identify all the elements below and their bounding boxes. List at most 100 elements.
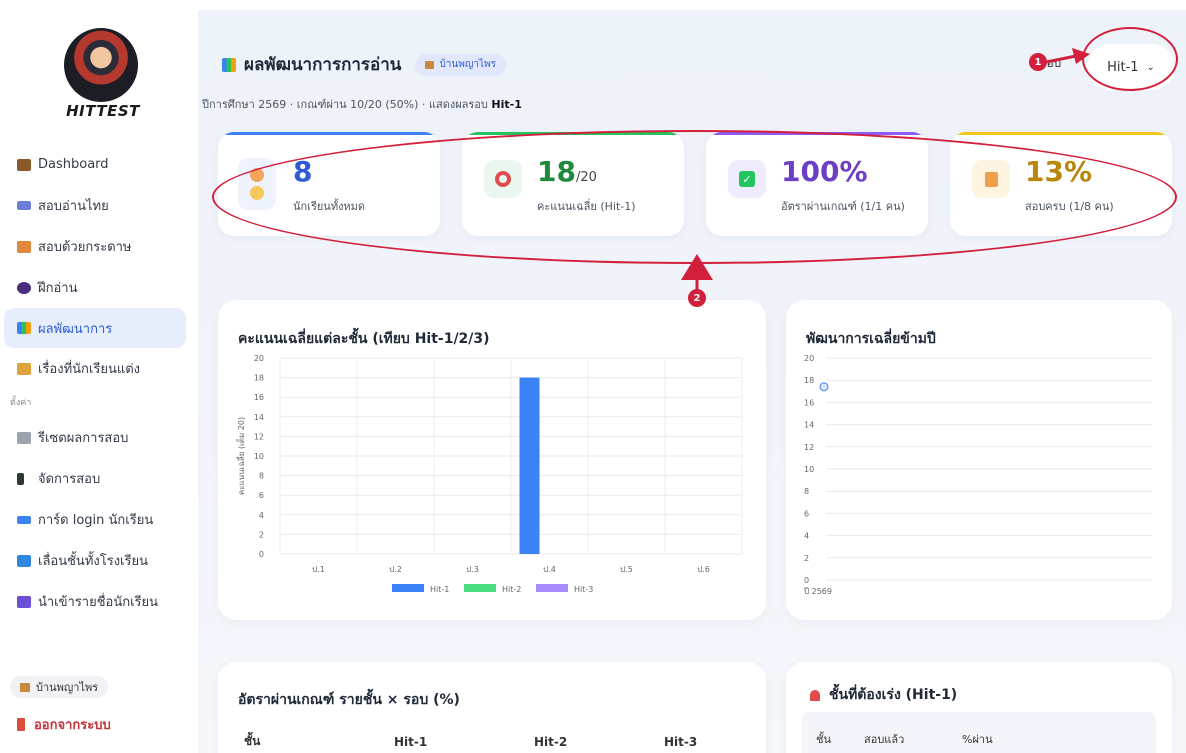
sidebar-item-label: ฝึกอ่าน — [38, 281, 78, 296]
annotation-number: 1 — [1029, 53, 1047, 71]
sidebar-item-import-students[interactable]: นำเข้ารายชื่อนักเรียน — [0, 581, 198, 622]
y-tick-label: 18 — [254, 374, 264, 383]
bar — [519, 377, 540, 554]
sidebar-item-label: ผลพัฒนาการ — [38, 321, 113, 337]
home-icon — [17, 158, 31, 171]
y-tick-label: 10 — [254, 452, 264, 461]
table-header-row: ชั้น Hit-1 Hit-2 Hit-3 — [244, 732, 724, 751]
hittest-logo[interactable]: HITTEST — [58, 28, 148, 126]
y-axis-label: คะแนนเฉลี่ย (เต็ม 20) — [235, 417, 246, 495]
annotation-number: 2 — [688, 289, 706, 307]
chart-title: พัฒนาการเฉลี่ยข้ามปี — [806, 331, 936, 347]
sidebar-item-practice-reading[interactable]: ฝึกอ่าน — [0, 267, 198, 308]
sidebar-item-dashboard[interactable]: Dashboard — [0, 144, 198, 185]
subtitle-round: Hit-1 — [491, 98, 522, 111]
pass-rate-table: ชั้น Hit-1 Hit-2 Hit-3 — [244, 732, 724, 751]
line-chart: 0 2 4 6 8 10 12 14 16 18 20 ปี 2569 — [803, 354, 1152, 596]
school-chip: บ้านพญาไพร — [10, 676, 109, 698]
legend-swatch — [536, 584, 568, 592]
column-header: สอบแล้ว — [864, 733, 905, 746]
x-tick-label: ป.6 — [697, 565, 710, 574]
speaking-head-icon — [17, 281, 31, 294]
y-tick-label: 20 — [804, 354, 814, 363]
sidebar-item-label: เรื่องที่นักเรียนแต่ง — [38, 362, 141, 377]
urgent-classes-card: ชั้นที่ต้องเร่ง (Hit-1) ชั้น สอบแล้ว %ผ่… — [786, 662, 1172, 753]
chart-card-yearly-progress: พัฒนาการเฉลี่ยข้ามปี 0 2 4 6 8 10 12 14 16 18 20 ปี… — [786, 300, 1172, 620]
data-point — [819, 382, 829, 392]
x-tick-label: ป.5 — [620, 565, 633, 574]
annotation-ellipse-round — [1082, 27, 1178, 91]
settings-section-label: ตั้งค่า — [10, 398, 32, 408]
y-tick-label: 2 — [804, 554, 809, 563]
bar-chart: 0 2 4 6 8 10 12 14 16 18 20 ป.1 ป.2 ป.3 ป.4 ป.5 ป.6 คะแนน… — [235, 354, 743, 594]
school-icon — [20, 682, 30, 692]
chart-icon — [17, 322, 31, 334]
y-tick-label: 14 — [804, 421, 814, 430]
y-tick-label: 10 — [804, 465, 814, 474]
sidebar-item-paper-test[interactable]: สอบด้วยกระดาษ — [0, 226, 198, 267]
logo-text: HITTEST — [66, 102, 140, 120]
column-header: Hit-2 — [534, 734, 568, 749]
y-tick-label: 0 — [804, 576, 809, 585]
page-title: ผลพัฒนาการการอ่าน — [244, 55, 402, 75]
sidebar-item-promote-school[interactable]: เลื่อนชั้นทั้งโรงเรียน — [0, 540, 198, 581]
y-tick-label: 14 — [254, 413, 264, 422]
trash-icon — [17, 431, 31, 444]
urgent-table-title: ชั้นที่ต้องเร่ง (Hit-1) — [829, 687, 958, 703]
traffic-light-icon — [17, 472, 24, 485]
sidebar-item-label: รีเซตผลการสอบ — [38, 431, 129, 446]
logo-badge-icon — [64, 28, 138, 102]
column-header: %ผ่าน — [962, 733, 993, 746]
book-icon — [17, 201, 31, 210]
page-subtitle: ปีการศึกษา 2569 · เกณฑ์ผ่าน 10/20 (50%) … — [202, 95, 522, 113]
urgent-table: ชั้น สอบแล้ว %ผ่าน — [816, 730, 993, 748]
chart-title: คะแนนเฉลี่ยแต่ละชั้น (เทียบ Hit-1/2/3) — [238, 331, 490, 347]
school-icon — [425, 60, 435, 69]
legend-label: Hit-2 — [502, 585, 521, 594]
x-tick-label: ป.3 — [466, 565, 479, 574]
column-header: Hit-1 — [394, 734, 428, 749]
y-tick-label: 2 — [259, 530, 264, 539]
column-header: ชั้น — [816, 733, 831, 746]
legend-label: Hit-3 — [574, 585, 593, 594]
y-tick-label: 16 — [804, 398, 814, 407]
x-tick-label: ปี 2569 — [803, 587, 832, 596]
y-tick-label: 6 — [804, 509, 809, 518]
x-tick-label: ป.1 — [312, 565, 325, 574]
y-tick-label: 18 — [804, 376, 814, 385]
column-header: Hit-3 — [664, 734, 698, 749]
y-tick-label: 16 — [254, 393, 264, 402]
school-badge: บ้านพญาไพร — [415, 53, 506, 76]
subtitle-text: ปีการศึกษา 2569 · เกณฑ์ผ่าน 10/20 (50%) … — [202, 98, 492, 111]
y-tick-label: 6 — [259, 491, 264, 500]
sidebar-item-student-stories[interactable]: เรื่องที่นักเรียนแต่ง — [0, 348, 198, 389]
sidebar-item-label: นำเข้ารายชื่อนักเรียน — [38, 595, 159, 610]
pass-rate-table-card: อัตราผ่านเกณฑ์ รายชั้น × รอบ (%) ชั้น Hi… — [218, 662, 766, 753]
sidebar-item-label: เลื่อนชั้นทั้งโรงเรียน — [38, 554, 148, 569]
id-card-icon — [17, 515, 31, 524]
sidebar-item-progress[interactable]: ผลพัฒนาการ — [4, 308, 186, 348]
table-header-row: ชั้น สอบแล้ว %ผ่าน — [816, 730, 993, 748]
siren-icon — [810, 689, 820, 701]
annotation-ellipse-stats — [212, 130, 1177, 264]
stat-accent-bar — [218, 132, 440, 135]
sidebar-item-manage-tests[interactable]: จัดการสอบ — [0, 458, 198, 499]
school-badge-label: บ้านพญาไพร — [439, 59, 496, 70]
y-tick-label: 20 — [254, 354, 264, 363]
sidebar-nav: Dashboard สอบอ่านไทย สอบด้วยกระดาษ ฝึกอ่… — [0, 144, 198, 622]
chart-card-average-by-grade: คะแนนเฉลี่ยแต่ละชั้น (เทียบ Hit-1/2/3) 0… — [218, 300, 766, 620]
chart-icon — [222, 57, 236, 72]
y-tick-label: 4 — [259, 511, 264, 520]
urgent-title-row: ชั้นที่ต้องเร่ง (Hit-1) — [810, 684, 957, 706]
inbox-icon — [17, 595, 31, 608]
legend-swatch — [464, 584, 496, 592]
x-tick-label: ป.2 — [389, 565, 402, 574]
y-tick-label: 8 — [259, 472, 264, 481]
logout-button[interactable]: ออกจากระบบ — [17, 714, 111, 735]
writing-hand-icon — [17, 362, 31, 375]
y-tick-label: 0 — [259, 550, 264, 559]
annotation-arrow-icon — [1046, 48, 1090, 64]
sidebar-item-thai-reading-test[interactable]: สอบอ่านไทย — [0, 185, 198, 226]
sidebar-item-login-cards[interactable]: การ์ด login นักเรียน — [0, 499, 198, 540]
sidebar-item-reset-results[interactable]: รีเซตผลการสอบ — [0, 417, 198, 458]
